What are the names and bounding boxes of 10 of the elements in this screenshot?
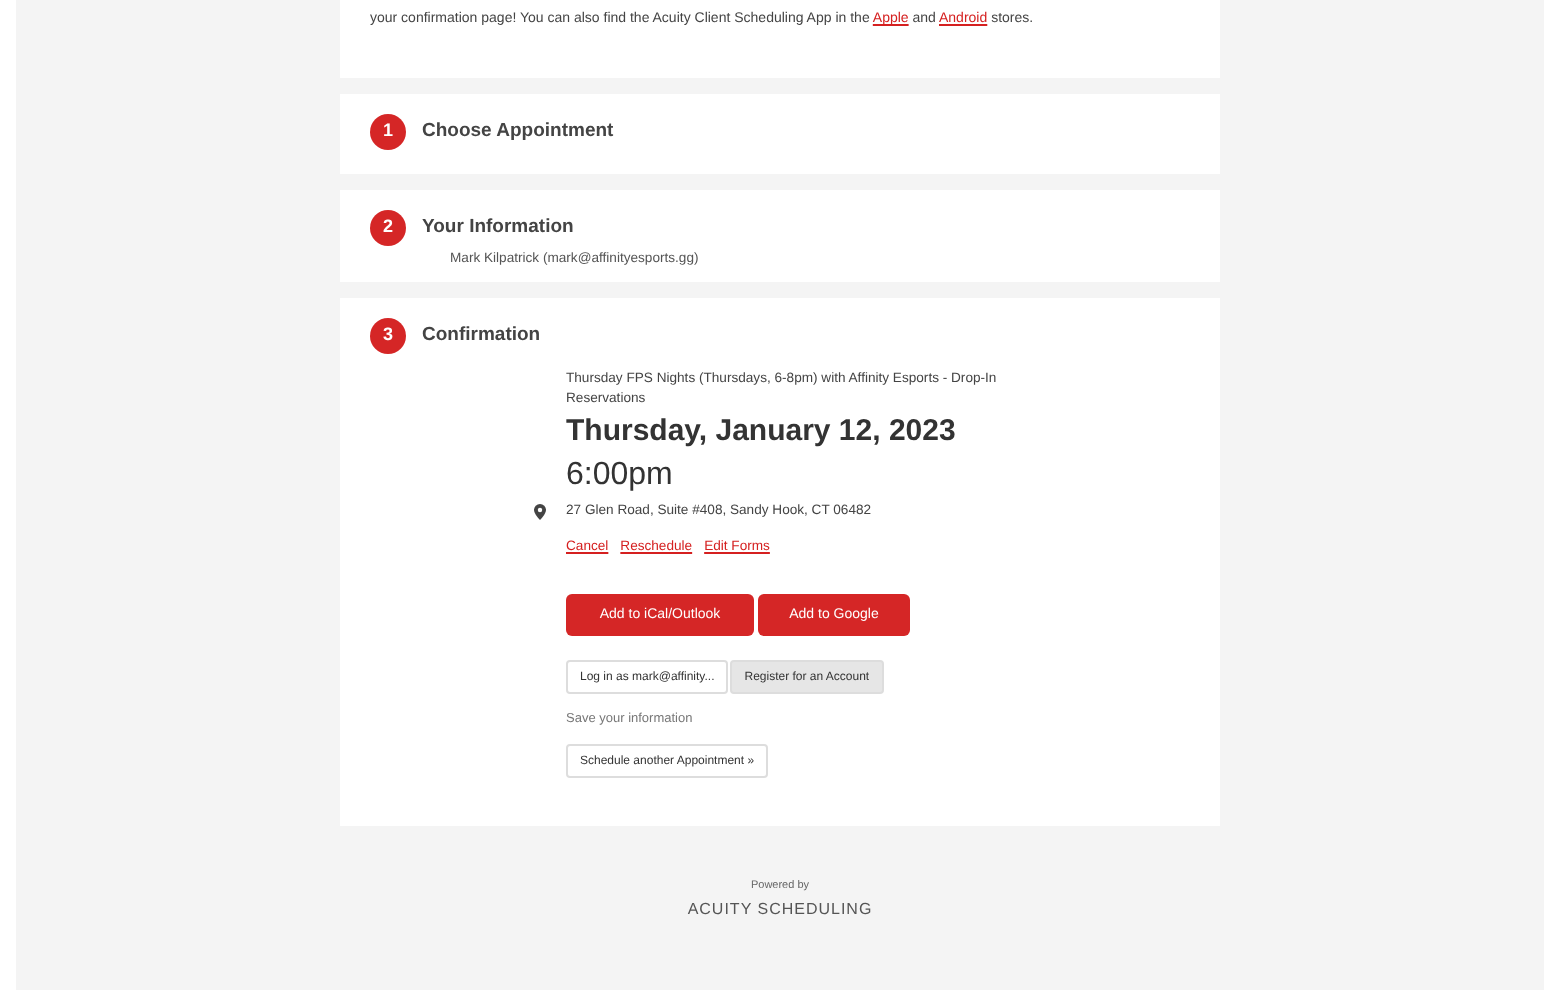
appointment-time: 6:00pm — [566, 455, 675, 495]
step-number: 3 — [370, 318, 406, 355]
step-number: 2 — [370, 210, 406, 246]
brand-logo-text: ACUITY SCHEDULING — [685, 898, 875, 923]
step-title: Choose Appointment — [422, 117, 614, 146]
step-title: Your Information — [422, 213, 574, 242]
appointment-date: Thursday, January 12, 2023 — [566, 413, 958, 450]
step-title: Confirmation — [422, 322, 541, 351]
step-number: 1 — [370, 114, 406, 150]
map-pin-icon — [534, 504, 546, 521]
